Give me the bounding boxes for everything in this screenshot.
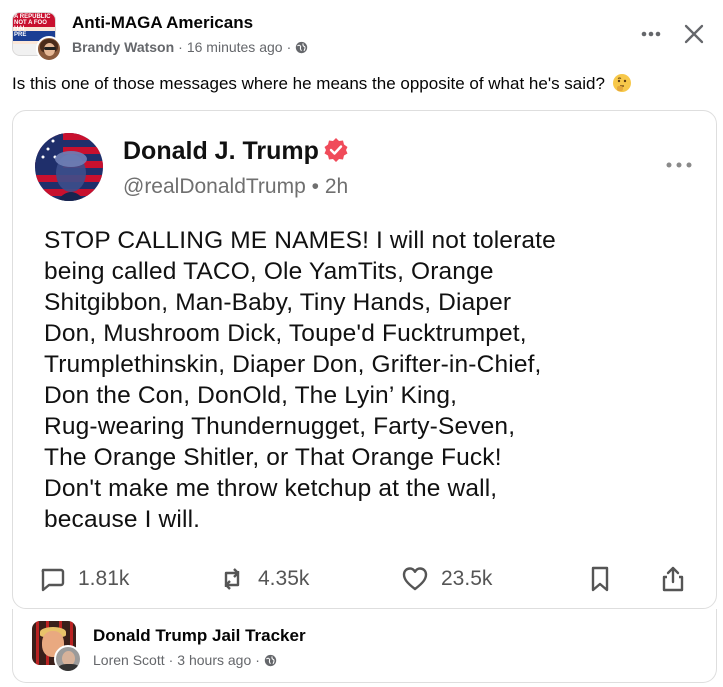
retruth-count: 4.35k	[258, 567, 310, 590]
post-caption: Is this one of those messages where he m…	[12, 73, 632, 94]
footer-time[interactable]: 3 hours ago	[177, 652, 251, 668]
more-options-icon[interactable]	[640, 24, 662, 44]
truth-line: Don, Mushroom Dick, Toupe'd Fucktrumpet,	[44, 320, 527, 347]
post-time[interactable]: 16 minutes ago	[187, 39, 283, 55]
meta-separator: ·	[168, 652, 174, 668]
truth-line: Shitgibbon, Man-Baby, Tiny Hands, Diaper	[44, 289, 512, 316]
profile-name-text: Donald J. Trump	[123, 137, 319, 165]
profile-name[interactable]: Donald J. Trump	[123, 137, 349, 166]
post-header: A REPUBLIC NOT A FOO HAI PRE Anti-MAGA A…	[12, 10, 712, 64]
footer-author-name[interactable]: Loren Scott	[93, 652, 165, 668]
author-avatar[interactable]	[36, 36, 62, 62]
truth-actions: 1.81k 4.35k 23.5k	[13, 561, 716, 601]
group-avatar-text: A REPUBLIC NOT A FOO HAI PRE	[14, 14, 51, 38]
close-icon[interactable]	[682, 22, 706, 46]
share-icon	[662, 566, 684, 592]
truth-line: The Orange Shitler, or That Orange Fuck!	[44, 444, 502, 471]
author-name[interactable]: Brandy Watson	[72, 39, 174, 55]
footer-meta: Loren Scott · 3 hours ago ·	[93, 652, 277, 668]
heart-icon	[402, 567, 428, 591]
shared-from-footer[interactable]: Donald Trump Jail Tracker Loren Scott · …	[12, 609, 717, 683]
page-name[interactable]: Donald Trump Jail Tracker	[93, 626, 306, 646]
globe-icon	[264, 654, 277, 666]
handle-bullet: •	[311, 175, 319, 198]
thinking-face-icon	[612, 74, 631, 92]
profile-handle-line: @realDonaldTrump • 2h	[123, 175, 348, 199]
footer-author-avatar[interactable]	[54, 645, 82, 673]
reply-icon	[41, 568, 65, 592]
post-meta: Brandy Watson · 16 minutes ago ·	[72, 39, 308, 55]
meta-separator: ·	[286, 39, 292, 55]
card-more-options-icon[interactable]	[664, 159, 694, 171]
profile-avatar[interactable]	[35, 133, 103, 201]
truth-line: STOP CALLING ME NAMES! I will not tolera…	[44, 227, 556, 254]
truth-line: because I will.	[44, 506, 201, 533]
verified-badge-icon	[324, 138, 348, 162]
retruth-icon	[224, 568, 240, 590]
meta-separator: ·	[255, 652, 260, 668]
caption-text: Is this one of those messages where he m…	[12, 74, 605, 93]
profile-handle[interactable]: @realDonaldTrump	[123, 175, 306, 198]
truth-body: STOP CALLING ME NAMES! I will not tolera…	[44, 225, 684, 535]
group-name[interactable]: Anti-MAGA Americans	[72, 13, 253, 33]
truth-line: Don't make me throw ketchup at the wall,	[44, 475, 498, 502]
retruth-button[interactable]: 4.35k	[218, 565, 309, 593]
globe-icon	[296, 41, 308, 53]
truth-time: 2h	[324, 175, 349, 198]
bookmark-icon	[591, 566, 609, 592]
reply-count: 1.81k	[78, 567, 130, 590]
truth-line: Don the Con, DonOld, The Lyin’ King,	[44, 382, 458, 409]
truth-line: being called TACO, Ole YamTits, Orange	[44, 258, 494, 285]
share-button[interactable]	[659, 565, 687, 593]
bookmark-button[interactable]	[586, 565, 614, 593]
meta-separator: ·	[178, 39, 183, 55]
truth-line: Rug-wearing Thundernugget, Farty-Seven,	[44, 413, 516, 440]
truth-line: Trumplethinskin, Diaper Don, Grifter-in-…	[44, 351, 542, 378]
like-count: 23.5k	[441, 567, 493, 590]
shared-post-card[interactable]: Donald J. Trump @realDonaldTrump • 2h ST…	[12, 110, 717, 609]
like-button[interactable]: 23.5k	[401, 565, 492, 593]
reply-button[interactable]: 1.81k	[38, 565, 129, 593]
